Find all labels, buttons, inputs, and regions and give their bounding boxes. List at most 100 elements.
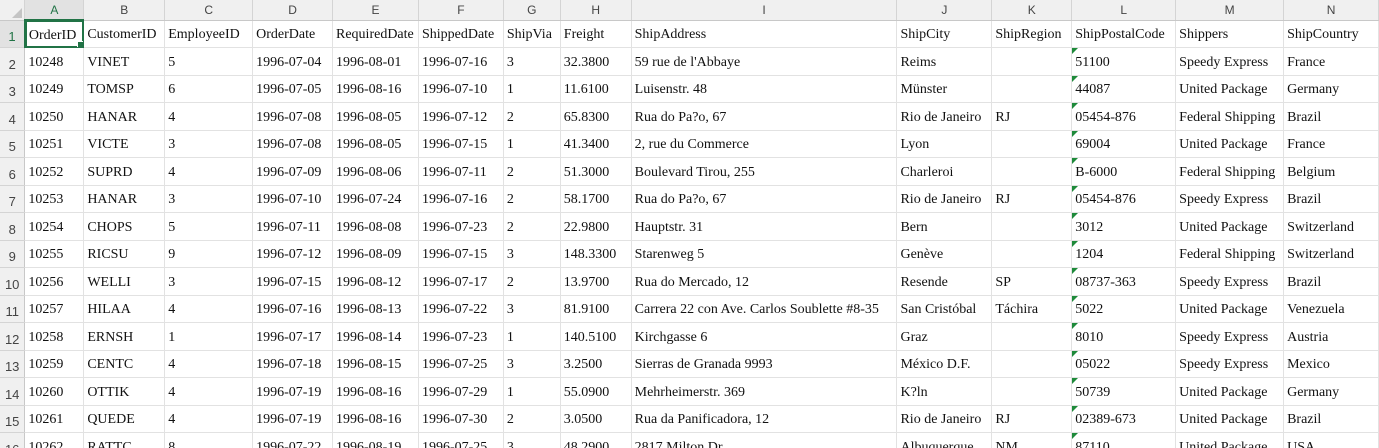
cell[interactable]: 1996-08-16 [332,377,419,406]
cell[interactable]: 3 [503,47,561,76]
cell[interactable]: 41.3400 [560,130,632,158]
cell[interactable]: 05454-876 [1071,102,1177,131]
row-header[interactable]: 4 [0,102,26,131]
column-header-e[interactable]: E [332,0,419,21]
cell[interactable]: Rua do Pa?o, 67 [631,102,898,131]
cell[interactable]: 5 [164,47,254,76]
cell[interactable]: 1996-08-14 [332,322,419,351]
cell[interactable]: 10256 [24,267,85,296]
cell[interactable]: Táchira [991,295,1073,323]
cell[interactable]: Federal Shipping [1175,240,1285,268]
cell[interactable]: RICSU [83,240,166,268]
cell[interactable]: 81.9100 [560,295,632,323]
cell[interactable] [991,322,1073,351]
cell[interactable]: Switzerland [1283,240,1379,268]
cell[interactable] [991,47,1073,76]
cell[interactable]: Brazil [1283,267,1379,296]
cell[interactable]: 10255 [24,240,85,268]
select-all-corner[interactable] [0,0,26,21]
column-header-a[interactable]: A [24,0,85,21]
cell[interactable]: VINET [83,47,166,76]
cell[interactable] [991,212,1073,241]
cell[interactable]: 1996-07-25 [418,432,504,448]
cell[interactable]: United Package [1175,130,1285,158]
header-cell-13[interactable]: ShipCountry [1283,20,1379,48]
cell[interactable]: 4 [164,157,254,186]
column-header-l[interactable]: L [1071,0,1177,21]
column-header-c[interactable]: C [164,0,254,21]
row-header[interactable]: 7 [0,185,26,213]
cell[interactable]: 1996-07-19 [252,405,333,433]
cell[interactable]: Mexico [1283,350,1379,378]
cell[interactable]: 44087 [1071,75,1177,103]
cell[interactable]: 1996-08-12 [332,267,419,296]
cell[interactable]: France [1283,130,1379,158]
cell[interactable]: Speedy Express [1175,47,1285,76]
cell[interactable]: 3 [503,350,561,378]
cell[interactable]: United Package [1175,405,1285,433]
cell[interactable]: 1996-07-15 [252,267,333,296]
cell[interactable]: 1996-08-16 [332,75,419,103]
cell[interactable]: 10259 [24,350,85,378]
cell[interactable]: 5022 [1071,295,1177,323]
cell[interactable]: 1996-07-22 [418,295,504,323]
cell[interactable]: HILAA [83,295,166,323]
column-header-b[interactable]: B [83,0,166,21]
cell[interactable]: 10258 [24,322,85,351]
cell[interactable]: Speedy Express [1175,350,1285,378]
cell[interactable]: 65.8300 [560,102,632,131]
cell[interactable]: CHOPS [83,212,166,241]
cell[interactable]: 10251 [24,130,85,158]
row-header[interactable]: 6 [0,157,26,186]
cell[interactable]: 87110 [1071,432,1177,448]
cell[interactable]: United Package [1175,212,1285,241]
cell[interactable]: 1 [503,75,561,103]
cell[interactable]: 9 [164,240,254,268]
cell[interactable]: 1996-07-16 [252,295,333,323]
row-header[interactable]: 3 [0,75,26,103]
column-header-g[interactable]: G [503,0,561,21]
cell[interactable]: 3 [164,130,254,158]
cell[interactable]: 51.3000 [560,157,632,186]
cell[interactable]: 2 [503,405,561,433]
cell[interactable]: 1996-07-25 [418,350,504,378]
cell[interactable]: Speedy Express [1175,322,1285,351]
number-as-text-warning-icon[interactable] [1072,103,1079,109]
header-cell-10[interactable]: ShipRegion [991,20,1073,48]
cell[interactable]: 1996-07-22 [252,432,333,448]
cell[interactable]: Rua da Panificadora, 12 [631,405,898,433]
cell[interactable]: SP [991,267,1073,296]
cell[interactable]: TOMSP [83,75,166,103]
cell[interactable]: 1996-07-23 [418,322,504,351]
cell[interactable]: 1996-07-04 [252,47,333,76]
cell[interactable]: 3.0500 [560,405,632,433]
header-cell-7[interactable]: Freight [560,20,632,48]
cell[interactable]: 2 [503,157,561,186]
cell[interactable]: 13.9700 [560,267,632,296]
cell[interactable]: USA [1283,432,1379,448]
cell[interactable]: 1996-07-08 [252,102,333,131]
row-header[interactable]: 16 [0,432,26,448]
cell[interactable]: 1996-07-24 [332,185,419,213]
number-as-text-warning-icon[interactable] [1072,295,1079,302]
cell[interactable]: 1996-07-16 [418,47,504,76]
number-as-text-warning-icon[interactable] [1072,433,1079,439]
cell[interactable]: Resende [896,267,993,296]
cell[interactable]: 10248 [24,47,85,76]
cell[interactable]: Rio de Janeiro [896,405,993,433]
cell[interactable]: 1996-07-12 [252,240,333,268]
number-as-text-warning-icon[interactable] [1072,48,1079,54]
cell[interactable]: 1 [164,322,254,351]
cell[interactable]: VICTE [83,130,166,158]
cell[interactable]: 3 [503,295,561,323]
fill-handle[interactable] [77,41,83,47]
header-cell-1[interactable]: CustomerID [83,20,166,48]
column-header-n[interactable]: N [1283,0,1379,21]
cell[interactable]: RATTC [83,432,166,448]
cell[interactable]: 1996-08-13 [332,295,419,323]
cell[interactable]: Kirchgasse 6 [631,322,898,351]
header-cell-9[interactable]: ShipCity [896,20,993,48]
column-header-j[interactable]: J [896,0,993,21]
cell[interactable]: 51100 [1071,47,1177,76]
cell[interactable]: 1204 [1071,240,1177,268]
